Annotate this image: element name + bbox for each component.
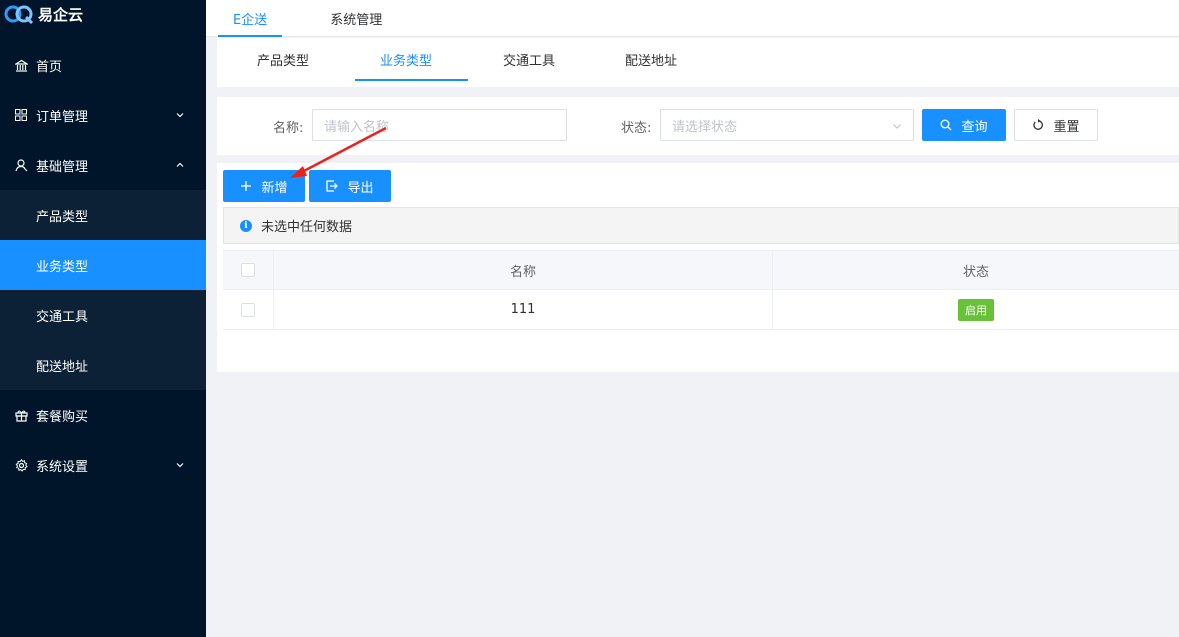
sidebar-item-label: 交通工具 bbox=[36, 309, 89, 325]
add-button-label: 新增 bbox=[261, 180, 288, 196]
row-checkbox-cell bbox=[223, 290, 274, 329]
active-subtab-indicator bbox=[355, 79, 468, 81]
column-header-name[interactable]: 名称 bbox=[274, 251, 773, 289]
table-row[interactable]: 111 启用 bbox=[223, 290, 1179, 330]
reset-button-label: 重置 bbox=[1053, 119, 1080, 135]
subtab-business-type[interactable]: 业务类型 bbox=[380, 38, 432, 81]
export-button-label: 导出 bbox=[347, 180, 374, 196]
chevron-up-icon bbox=[176, 162, 184, 167]
gear-icon bbox=[14, 458, 28, 472]
query-button-label: 查询 bbox=[961, 119, 988, 135]
grid-icon bbox=[14, 108, 28, 122]
sidebar-item-delivery-address[interactable]: 配送地址 bbox=[0, 340, 206, 390]
tab-system-management[interactable]: 系统管理 bbox=[330, 0, 382, 37]
home-icon bbox=[14, 58, 28, 72]
sidebar-item-label: 首页 bbox=[36, 59, 63, 75]
search-panel: 名称: 请输入名称 状态: 请选择状态 查询 重置 bbox=[217, 97, 1179, 155]
info-icon: i bbox=[240, 219, 252, 232]
sidebar-item-label: 订单管理 bbox=[36, 109, 89, 125]
app-logo[interactable]: 易企云 bbox=[0, 0, 206, 28]
sidebar-item-label: 业务类型 bbox=[36, 259, 89, 275]
sidebar-item-label: 套餐购买 bbox=[36, 409, 89, 425]
add-button[interactable]: 新增 bbox=[223, 170, 305, 202]
cell-name: 111 bbox=[274, 290, 773, 329]
gift-icon bbox=[14, 408, 28, 422]
chevron-down-icon bbox=[176, 463, 184, 468]
user-icon bbox=[14, 158, 28, 172]
cell-status: 启用 bbox=[773, 290, 1179, 329]
header-checkbox-cell bbox=[223, 251, 274, 289]
chevron-down-icon bbox=[893, 124, 901, 129]
sidebar-item-product-type[interactable]: 产品类型 bbox=[0, 190, 206, 240]
data-table: 名称 状态 111 启用 bbox=[223, 250, 1179, 330]
status-select[interactable]: 请选择状态 bbox=[660, 109, 914, 141]
table-header: 名称 状态 bbox=[223, 250, 1179, 290]
sidebar-item-basic-management[interactable]: 基础管理 bbox=[0, 140, 206, 190]
top-navigation: E企送 系统管理 bbox=[206, 0, 1179, 37]
sidebar-item-home[interactable]: 首页 bbox=[0, 40, 206, 90]
content-panel: 新增 导出 i 未选中任何数据 名称 状态 111 启用 bbox=[217, 163, 1179, 372]
refresh-icon bbox=[1033, 119, 1044, 130]
subtab-label: 产品类型 bbox=[257, 54, 310, 69]
row-checkbox[interactable] bbox=[241, 302, 255, 317]
sidebar-item-vehicles[interactable]: 交通工具 bbox=[0, 290, 206, 340]
subtab-product-type[interactable]: 产品类型 bbox=[257, 38, 309, 81]
sidebar-item-label: 配送地址 bbox=[36, 359, 89, 375]
tab-e-delivery[interactable]: E企送 bbox=[217, 0, 283, 37]
sidebar: 易企云 首页 订单管理 基础管理 产品类型 业务类型 交通工具 配送地址 套餐购… bbox=[0, 0, 206, 637]
tab-label: 系统管理 bbox=[330, 13, 383, 28]
logo-icon bbox=[4, 5, 34, 24]
subtab-label: 业务类型 bbox=[380, 54, 433, 69]
app-name: 易企云 bbox=[38, 5, 84, 24]
search-icon bbox=[940, 119, 952, 131]
sidebar-item-label: 基础管理 bbox=[36, 159, 89, 175]
name-label: 名称: bbox=[273, 121, 304, 136]
plus-icon bbox=[241, 181, 252, 191]
sidebar-item-package-purchase[interactable]: 套餐购买 bbox=[0, 390, 206, 440]
subtab-label: 交通工具 bbox=[503, 54, 556, 69]
submenu-basic-management: 产品类型 业务类型 交通工具 配送地址 bbox=[0, 190, 206, 390]
sidebar-item-business-type[interactable]: 业务类型 bbox=[0, 240, 206, 290]
select-all-checkbox[interactable] bbox=[241, 263, 255, 277]
subtab-vehicles[interactable]: 交通工具 bbox=[503, 38, 555, 81]
export-button[interactable]: 导出 bbox=[309, 170, 391, 202]
sidebar-item-label: 系统设置 bbox=[36, 459, 89, 475]
reset-button[interactable]: 重置 bbox=[1014, 109, 1098, 141]
name-input[interactable]: 请输入名称 bbox=[312, 109, 567, 141]
chevron-down-icon bbox=[176, 113, 184, 118]
selection-tip-text: 未选中任何数据 bbox=[261, 220, 353, 235]
column-header-status[interactable]: 状态 bbox=[773, 251, 1179, 289]
sidebar-item-orders[interactable]: 订单管理 bbox=[0, 90, 206, 140]
tab-label: E企送 bbox=[233, 13, 268, 28]
selection-tip: i 未选中任何数据 bbox=[223, 207, 1179, 244]
subtab-delivery-address[interactable]: 配送地址 bbox=[625, 38, 677, 81]
query-button[interactable]: 查询 bbox=[922, 109, 1006, 141]
subtab-label: 配送地址 bbox=[625, 54, 678, 69]
status-select-placeholder: 请选择状态 bbox=[672, 119, 738, 135]
status-badge: 启用 bbox=[958, 298, 994, 321]
sub-tabs: 产品类型 业务类型 交通工具 配送地址 bbox=[217, 38, 1179, 87]
status-label: 状态: bbox=[621, 121, 652, 136]
sidebar-item-system-settings[interactable]: 系统设置 bbox=[0, 440, 206, 490]
sidebar-item-label: 产品类型 bbox=[36, 209, 89, 225]
export-icon bbox=[326, 180, 339, 192]
name-input-placeholder: 请输入名称 bbox=[324, 119, 390, 135]
